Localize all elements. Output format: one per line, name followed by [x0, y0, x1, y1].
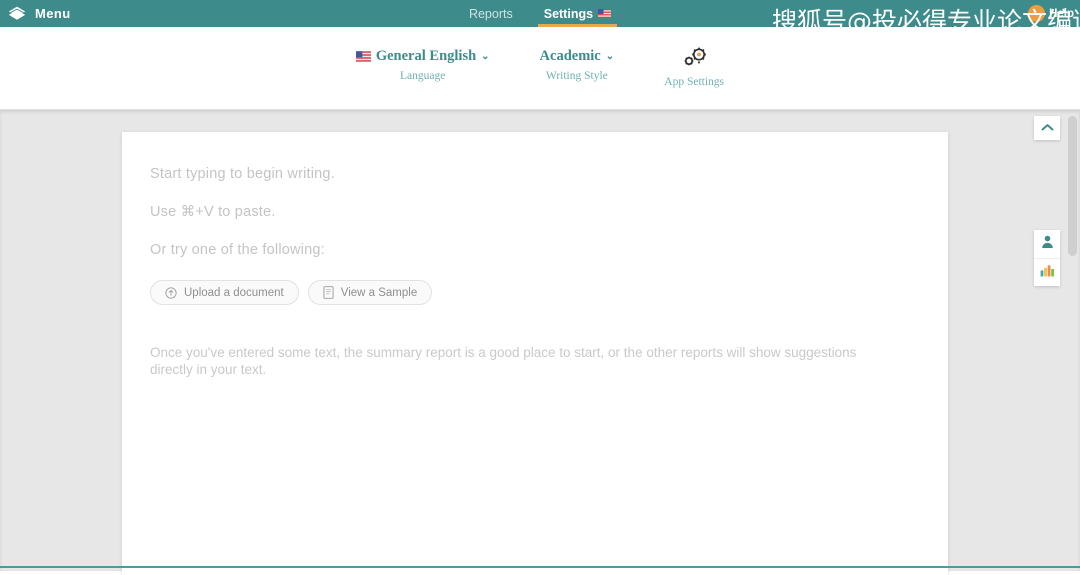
editor-hint-line: Start typing to begin writing. — [150, 166, 335, 182]
view-sample-label: View a Sample — [340, 286, 418, 299]
chevron-down-icon: ⌄ — [605, 50, 615, 62]
document-editor[interactable]: Start typing to begin writing. Use ⌘+V t… — [122, 132, 948, 575]
nav-reports-label: Reports — [468, 6, 513, 21]
help-label: Help — [1049, 7, 1074, 20]
language-value: General English — [375, 48, 477, 64]
nav-item-settings[interactable]: Settings — [537, 0, 618, 27]
writing-style-value: Academic — [539, 48, 601, 64]
collapse-panel-button[interactable] — [1034, 116, 1060, 140]
right-tool-rail — [1034, 230, 1060, 286]
subnav-item-writing-style[interactable]: Academic ⌄ Writing Style — [540, 48, 615, 82]
help-badge-icon — [1028, 5, 1046, 22]
us-flag-icon — [355, 51, 371, 62]
nav-item-reports[interactable]: Reports — [467, 0, 515, 27]
subnav-item-language[interactable]: General English ⌄ Language — [355, 48, 490, 82]
chevron-up-icon — [1041, 119, 1054, 137]
editor-hint-line: Or try one of the following: — [150, 242, 325, 258]
help-area[interactable]: Help — [1028, 0, 1074, 27]
bottom-accent-rule — [0, 566, 1080, 568]
workspace: Start typing to begin writing. Use ⌘+V t… — [0, 110, 1080, 575]
chevron-down-icon: ⌄ — [481, 50, 490, 62]
gear-icon[interactable] — [678, 45, 710, 74]
editor-action-buttons: Upload a document View a Sample — [150, 280, 920, 305]
app-settings-label: App Settings — [664, 76, 725, 88]
us-flag-icon — [598, 9, 612, 18]
top-bar: Menu Reports Settings Help — [0, 0, 1080, 27]
bar-chart-icon — [1040, 263, 1055, 282]
language-selector[interactable]: General English ⌄ — [355, 48, 490, 65]
writing-style-label: Writing Style — [545, 70, 608, 82]
person-icon — [1041, 235, 1054, 254]
page-scrollbar[interactable] — [1068, 116, 1077, 256]
subnav-item-app-settings[interactable]: App Settings — [664, 45, 725, 88]
top-nav: Reports Settings — [0, 0, 1080, 27]
document-icon — [323, 286, 334, 299]
settings-sub-nav: General English ⌄ Language Academic ⌄ Wr… — [0, 27, 1080, 110]
upload-document-label: Upload a document — [184, 286, 284, 299]
editor-help-paragraph: Once you've entered some text, the summa… — [150, 345, 857, 377]
audience-tool-button[interactable] — [1034, 230, 1060, 258]
reports-tool-button[interactable] — [1034, 258, 1060, 286]
writing-style-selector[interactable]: Academic ⌄ — [540, 48, 615, 65]
upload-document-button[interactable]: Upload a document — [150, 280, 299, 305]
view-sample-button[interactable]: View a Sample — [307, 280, 433, 305]
upload-circle-icon — [165, 286, 177, 299]
nav-settings-label: Settings — [543, 6, 594, 21]
editor-hint-line: Use ⌘+V to paste. — [150, 204, 276, 220]
language-label: Language — [400, 70, 446, 82]
